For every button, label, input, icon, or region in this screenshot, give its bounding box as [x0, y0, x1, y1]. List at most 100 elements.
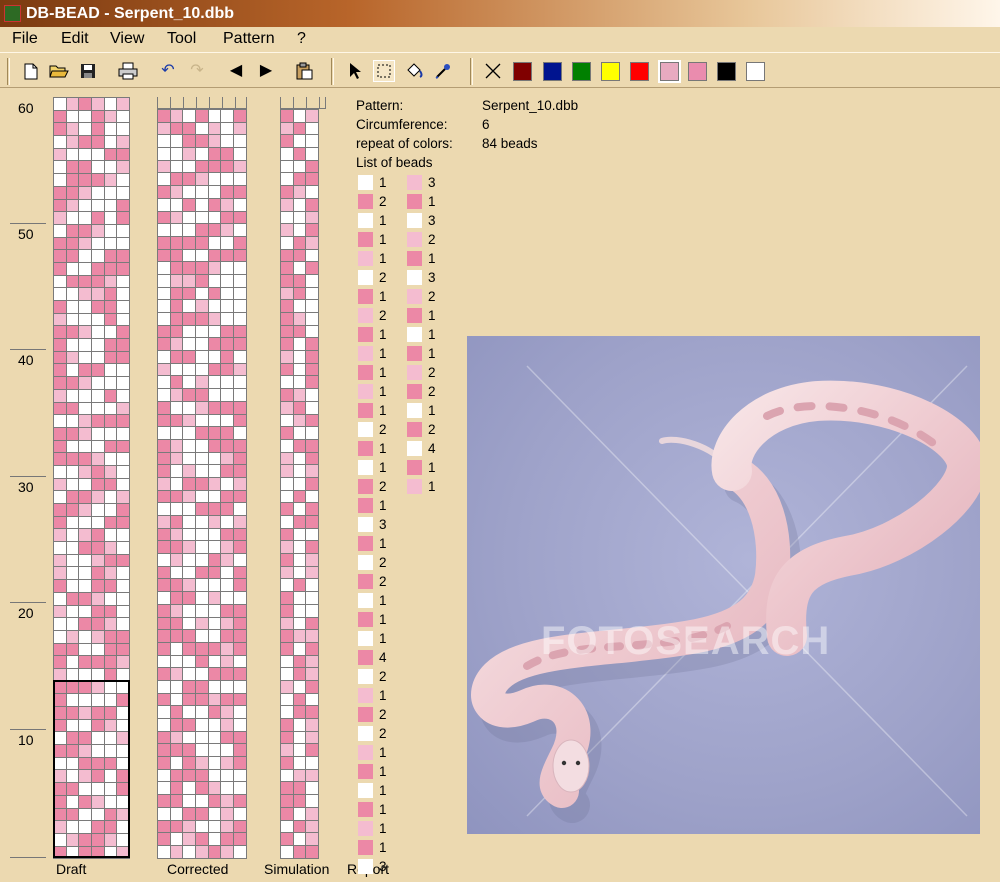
bead-cell[interactable] — [207, 312, 222, 326]
bead-cell[interactable] — [292, 591, 307, 605]
bead-cell[interactable] — [220, 641, 235, 656]
bead-cell[interactable] — [292, 273, 307, 288]
bead-cell[interactable] — [65, 338, 80, 352]
bead-cell[interactable] — [195, 489, 209, 504]
bead-cell[interactable] — [103, 452, 118, 466]
bead-cell[interactable] — [182, 438, 197, 453]
bead-cell[interactable] — [195, 134, 209, 149]
bead-cell[interactable] — [233, 210, 247, 225]
bead-cell[interactable] — [53, 503, 67, 517]
bead-cell[interactable] — [280, 679, 294, 694]
bead-cell[interactable] — [305, 578, 320, 593]
bead-cell[interactable] — [233, 464, 247, 478]
bead-cell[interactable] — [169, 109, 184, 123]
bead-cell[interactable] — [182, 768, 197, 783]
bead-cell[interactable] — [78, 515, 93, 530]
bead-cell[interactable] — [157, 185, 171, 199]
bead-cell[interactable] — [116, 350, 131, 365]
bead-cell[interactable] — [305, 591, 320, 605]
bead-cell[interactable] — [91, 503, 105, 517]
bead-cell[interactable] — [157, 476, 171, 491]
bead-cell[interactable] — [53, 528, 67, 543]
bead-cell[interactable] — [233, 261, 247, 275]
bead-cell[interactable] — [78, 439, 93, 454]
bead-cell[interactable] — [292, 692, 307, 707]
bead-cell[interactable] — [53, 97, 67, 111]
bead-cell[interactable] — [182, 502, 197, 516]
bead-cell[interactable] — [220, 464, 235, 478]
bead-cell[interactable] — [305, 121, 320, 136]
bead-cell[interactable] — [91, 211, 105, 225]
bead-cell[interactable] — [233, 121, 247, 136]
bead-cell[interactable] — [280, 527, 294, 542]
undo-icon[interactable]: ↶ — [157, 60, 179, 82]
bead-cell[interactable] — [53, 642, 67, 657]
bead-cell[interactable] — [280, 756, 294, 770]
bead-cell[interactable] — [157, 299, 171, 313]
bead-cell[interactable] — [280, 337, 294, 352]
bead-cell[interactable] — [280, 819, 294, 834]
bead-cell[interactable] — [280, 794, 294, 808]
bead-cell[interactable] — [305, 400, 320, 415]
bead-cell[interactable] — [53, 376, 67, 390]
bead-cell[interactable] — [233, 806, 247, 821]
color-swatch-green[interactable] — [572, 62, 591, 81]
bead-cell[interactable] — [157, 438, 171, 453]
bead-cell[interactable] — [280, 476, 294, 491]
bead-cell[interactable] — [78, 338, 93, 352]
bead-cell[interactable] — [65, 388, 80, 403]
bead-cell[interactable] — [157, 667, 171, 681]
bead-cell[interactable] — [65, 160, 80, 175]
bead-cell[interactable] — [292, 134, 307, 149]
bead-cell[interactable] — [182, 147, 197, 161]
bead-cell[interactable] — [169, 248, 184, 263]
bead-cell[interactable] — [305, 248, 320, 263]
bead-cell[interactable] — [220, 768, 235, 783]
bead-cell[interactable] — [305, 426, 320, 440]
bead-cell[interactable] — [116, 655, 131, 669]
bead-cell[interactable] — [182, 667, 197, 681]
bead-cell[interactable] — [220, 413, 235, 428]
bead-cell[interactable] — [78, 147, 93, 162]
menu-help[interactable]: ? — [297, 29, 306, 48]
bead-cell[interactable] — [305, 388, 320, 402]
bead-cell[interactable] — [182, 616, 197, 631]
bead-cell[interactable] — [292, 362, 307, 377]
bead-cell[interactable] — [53, 135, 67, 149]
bead-cell[interactable] — [195, 844, 209, 859]
bead-cell[interactable] — [169, 235, 184, 250]
bead-cell[interactable] — [292, 210, 307, 225]
bead-cell[interactable] — [220, 400, 235, 415]
bead-cell[interactable] — [233, 350, 247, 364]
bead-cell[interactable] — [292, 819, 307, 834]
arrow-right-icon[interactable]: ▶ — [255, 60, 277, 82]
bead-cell[interactable] — [195, 616, 209, 631]
bead-cell[interactable] — [182, 223, 197, 237]
bead-cell[interactable] — [103, 97, 118, 111]
bead-cell[interactable] — [292, 476, 307, 491]
bead-cell[interactable] — [220, 527, 235, 542]
bead-cell[interactable] — [292, 248, 307, 263]
bead-cell[interactable] — [157, 718, 171, 732]
bead-cell[interactable] — [305, 413, 320, 428]
bead-cell[interactable] — [182, 121, 197, 136]
bead-cell[interactable] — [169, 768, 184, 783]
bead-cell[interactable] — [116, 490, 131, 504]
bead-cell[interactable] — [220, 806, 235, 821]
bead-cell[interactable] — [169, 718, 184, 732]
bead-cell[interactable] — [195, 502, 209, 516]
bead-cell[interactable] — [220, 565, 235, 580]
bead-cell[interactable] — [91, 553, 105, 568]
bead-cell[interactable] — [233, 324, 247, 339]
bead-cell[interactable] — [182, 832, 197, 846]
bead-cell[interactable] — [116, 553, 131, 568]
bead-cell[interactable] — [116, 629, 131, 644]
bead-cell[interactable] — [103, 173, 118, 187]
bead-cell[interactable] — [157, 692, 171, 707]
eyedropper-icon[interactable] — [432, 60, 454, 82]
bead-cell[interactable] — [169, 362, 184, 377]
bead-cell[interactable] — [195, 832, 209, 846]
bead-cell[interactable] — [207, 489, 222, 504]
bead-cell[interactable] — [220, 667, 235, 681]
bead-cell[interactable] — [280, 438, 294, 453]
